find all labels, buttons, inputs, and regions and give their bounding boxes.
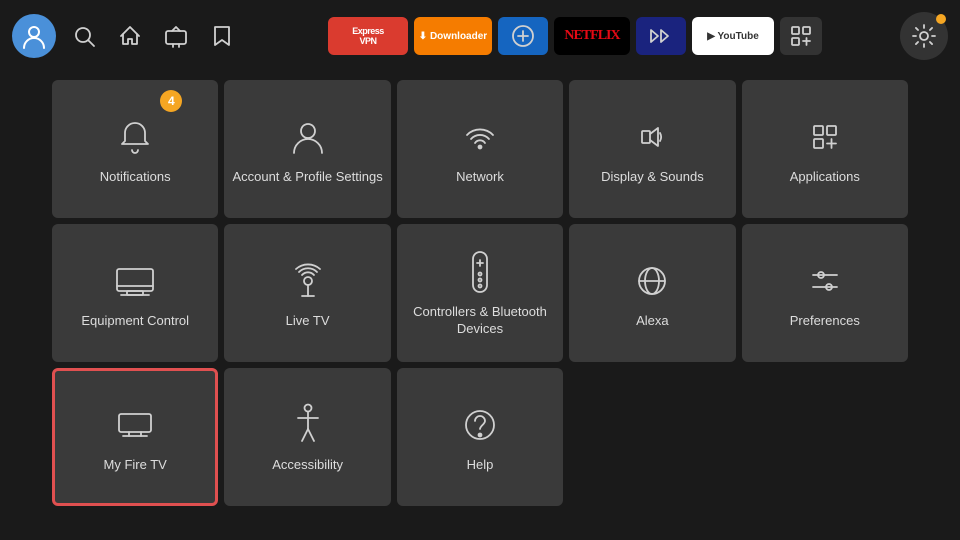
controllers-bluetooth-label: Controllers & Bluetooth Devices (403, 304, 557, 338)
accessibility-label: Accessibility (272, 457, 343, 474)
preferences-tile[interactable]: Preferences (742, 224, 908, 362)
accessibility-icon (290, 401, 326, 449)
nav-left (12, 14, 240, 58)
monitor-icon (113, 257, 157, 305)
settings-grid: 4 Notifications Account & Profile Settin… (52, 80, 908, 506)
applications-tile[interactable]: Applications (742, 80, 908, 218)
kodi-button[interactable] (636, 17, 686, 55)
my-fire-tv-label: My Fire TV (104, 457, 167, 474)
bookmark-icon[interactable] (204, 18, 240, 54)
person-icon (288, 113, 328, 161)
live-tv-label: Live TV (286, 313, 330, 330)
settings-button[interactable] (900, 12, 948, 60)
account-profile-label: Account & Profile Settings (232, 169, 382, 186)
help-label: Help (467, 457, 494, 474)
firetv-icon (113, 401, 157, 449)
expressvpn-button[interactable]: ExpressVPN (328, 17, 408, 55)
network-tile[interactable]: Network (397, 80, 563, 218)
live-tv-tile[interactable]: Live TV (224, 224, 390, 362)
help-icon (460, 401, 500, 449)
apps-icon (805, 113, 845, 161)
alexa-tile[interactable]: Alexa (569, 224, 735, 362)
tv-icon[interactable] (158, 18, 194, 54)
sliders-icon (805, 257, 845, 305)
speaker-icon (632, 113, 672, 161)
account-profile-tile[interactable]: Account & Profile Settings (224, 80, 390, 218)
wifi-icon (460, 113, 500, 161)
filo-button[interactable] (498, 17, 548, 55)
alexa-label: Alexa (636, 313, 669, 330)
home-icon[interactable] (112, 18, 148, 54)
my-fire-tv-tile[interactable]: My Fire TV (52, 368, 218, 506)
app-shortcuts: ExpressVPN ⬇ Downloader NETFLIX ▶ YouTub… (258, 17, 892, 55)
display-sounds-tile[interactable]: Display & Sounds (569, 80, 735, 218)
notifications-label: Notifications (100, 169, 171, 186)
remote-icon (465, 248, 495, 296)
main-content: 4 Notifications Account & Profile Settin… (0, 72, 960, 514)
applications-label: Applications (790, 169, 860, 186)
downloader-button[interactable]: ⬇ Downloader (414, 17, 492, 55)
search-icon[interactable] (66, 18, 102, 54)
equipment-control-tile[interactable]: Equipment Control (52, 224, 218, 362)
network-label: Network (456, 169, 504, 186)
accessibility-tile[interactable]: Accessibility (224, 368, 390, 506)
netflix-button[interactable]: NETFLIX (554, 17, 630, 55)
notifications-tile[interactable]: 4 Notifications (52, 80, 218, 218)
avatar[interactable] (12, 14, 56, 58)
display-sounds-label: Display & Sounds (601, 169, 704, 186)
settings-notification-dot (936, 14, 946, 24)
notifications-badge: 4 (160, 90, 182, 112)
controllers-bluetooth-tile[interactable]: Controllers & Bluetooth Devices (397, 224, 563, 362)
top-bar: ExpressVPN ⬇ Downloader NETFLIX ▶ YouTub… (0, 0, 960, 72)
app-grid-button[interactable] (780, 17, 822, 55)
youtube-button[interactable]: ▶ YouTube (692, 17, 774, 55)
help-tile[interactable]: Help (397, 368, 563, 506)
preferences-label: Preferences (790, 313, 860, 330)
equipment-control-label: Equipment Control (81, 313, 189, 330)
alexa-icon (632, 257, 672, 305)
antenna-icon (288, 257, 328, 305)
bell-icon (115, 113, 155, 161)
